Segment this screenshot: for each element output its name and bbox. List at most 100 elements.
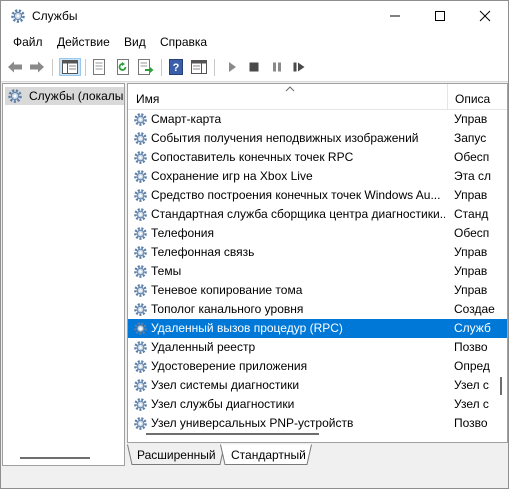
help-button[interactable]: ? [167,58,185,76]
properties-button[interactable] [90,58,108,76]
export-list-icon [138,59,154,75]
service-row[interactable]: Удаленный вызов процедур (RPC) Служб [128,319,507,338]
menu-help[interactable]: Справка [160,35,207,49]
service-row[interactable]: Стандартная служба сборщика центра диагн… [128,205,507,224]
vertical-scrollbar[interactable] [496,110,507,430]
tree-item-label: Службы (локалы [29,89,124,103]
help-icon: ? [169,59,183,75]
service-name: Сопоставитель конечных точек RPC [151,150,354,164]
menu-view[interactable]: Вид [124,35,146,49]
stop-service-icon [249,62,259,72]
service-row[interactable]: Теневое копирование тома Управ [128,281,507,300]
service-gear-icon [133,264,148,279]
service-gear-icon [133,112,148,127]
toolbar: ? [1,53,508,82]
service-gear-icon [133,169,148,184]
tab-extended[interactable]: Расширенный [127,444,225,465]
service-gear-icon [133,150,148,165]
window-title: Службы [32,9,78,23]
service-row[interactable]: Удостоверение приложения Опред [128,357,507,376]
services-gear-icon [8,89,22,103]
service-row[interactable]: Средство построения конечных точек Windo… [128,186,507,205]
console-tree[interactable]: Службы (локалы [2,83,125,466]
view-tabs: Расширенный Стандартный [127,444,508,466]
sort-ascending-icon [285,84,295,94]
service-row[interactable]: Телефония Обесп [128,224,507,243]
minimize-icon [389,15,400,17]
menu-action[interactable]: Действие [57,35,110,49]
export-list-button[interactable] [137,58,155,76]
service-name: Узел системы диагностики [151,378,300,392]
service-row[interactable]: Сохранение игр на Xbox Live Эта сл [128,167,507,186]
close-button[interactable] [462,1,507,31]
service-name: Теневое копирование тома [151,283,303,297]
start-service-button[interactable] [223,58,241,76]
minimize-button[interactable] [372,1,417,31]
toolbar-separator [161,59,162,76]
service-row[interactable]: Темы Управ [128,262,507,281]
service-row[interactable]: Сопоставитель конечных точек RPC Обесп [128,148,507,167]
service-name: Удостоверение приложения [151,359,308,373]
back-icon [8,61,22,73]
tree-horizontal-scrollbar[interactable] [20,457,90,459]
service-row[interactable]: Телефонная связь Управ [128,243,507,262]
show-hide-action-pane-icon [191,60,207,74]
tab-standard-label: Стандартный [231,448,306,462]
pause-service-icon [273,62,281,72]
start-service-icon [229,62,236,72]
service-gear-icon [133,245,148,260]
services-list[interactable]: Имя Описа Смарт-карта Управ События получе… [127,83,508,443]
menu-file[interactable]: Файл [13,35,43,49]
service-row[interactable]: Смарт-карта Управ [128,110,507,129]
service-row[interactable]: Тополог канального уровня Создае [128,300,507,319]
services-window: Службы Файл Действие Вид Справка ? Служб… [0,0,509,489]
service-gear-icon [133,207,148,222]
pause-service-button[interactable] [268,58,286,76]
vertical-scrollbar-thumb[interactable] [500,377,502,395]
service-name: Сохранение игр на Xbox Live [151,169,313,183]
back-button[interactable] [6,58,24,76]
service-gear-icon [133,283,148,298]
tab-extended-label: Расширенный [137,448,216,462]
column-header-name[interactable]: Имя [136,92,159,106]
maximize-icon [434,11,445,21]
menu-bar: Файл Действие Вид Справка [1,31,508,53]
tree-item-services-local[interactable]: Службы (локалы [5,87,124,105]
service-gear-icon [133,359,148,374]
service-row[interactable]: Удаленный реестр Позво [128,338,507,357]
toolbar-separator [214,59,215,76]
show-hide-console-tree-button[interactable] [59,58,81,76]
service-gear-icon [133,302,148,317]
service-gear-icon [133,188,148,203]
refresh-icon [117,59,129,75]
maximize-button[interactable] [417,1,462,31]
service-name: Узел службы диагностики [151,397,295,411]
stop-service-button[interactable] [245,58,263,76]
service-gear-icon [133,397,148,412]
refresh-button[interactable] [114,58,132,76]
horizontal-scrollbar-thumb[interactable] [146,433,319,435]
service-rows: Смарт-карта Управ События получения неподв… [128,110,507,433]
service-row[interactable]: События получения неподвижных изображени… [128,129,507,148]
service-row[interactable]: Узел системы диагностики Узел с [128,376,507,395]
service-row[interactable]: Узел универсальных PNP-устройств Позво [128,414,507,433]
service-gear-icon [133,378,148,393]
service-gear-icon [133,340,148,355]
show-hide-action-pane-button[interactable] [190,58,208,76]
toolbar-separator [52,59,53,76]
service-name: Удаленный реестр [151,340,256,354]
forward-button[interactable] [28,58,46,76]
restart-service-button[interactable] [290,58,308,76]
services-gear-icon [11,9,25,23]
service-name: Телефонная связь [151,245,255,259]
tab-standard[interactable]: Стандартный [220,444,312,465]
restart-service-icon [293,62,305,72]
column-divider[interactable] [447,84,448,110]
service-name: Темы [151,264,182,278]
service-row[interactable]: Узел службы диагностики Узел с [128,395,507,414]
toolbar-separator [85,59,86,76]
service-name: Удаленный вызов процедур (RPC) [151,321,343,335]
service-gear-icon [133,321,148,336]
column-header-description[interactable]: Описа [455,92,490,106]
service-gear-icon [133,416,148,431]
